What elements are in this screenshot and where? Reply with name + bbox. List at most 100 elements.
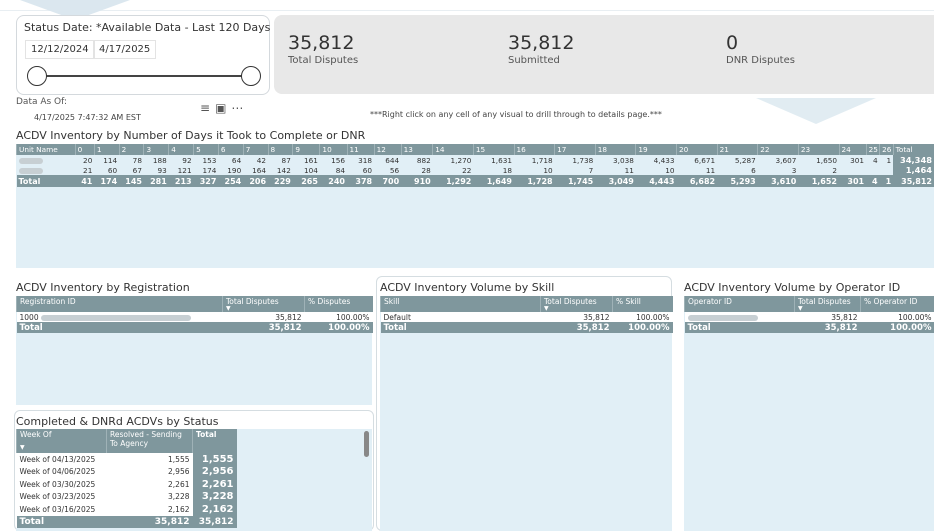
matrix-cell[interactable]: 11 xyxy=(595,165,636,175)
day-header[interactable]: 1 xyxy=(93,144,120,155)
total-disputes-header[interactable]: Total Disputes ▼ xyxy=(540,296,613,312)
day-header[interactable]: 9 xyxy=(292,144,320,155)
day-header[interactable]: 16 xyxy=(513,144,555,155)
total-cell[interactable]: 5,293 xyxy=(717,175,758,187)
matrix-cell[interactable] xyxy=(880,165,894,175)
day-header[interactable]: 5 xyxy=(193,144,219,155)
skill-header[interactable]: Skill xyxy=(380,296,541,312)
matrix-cell[interactable]: 67 xyxy=(119,165,144,175)
total-cell[interactable]: 1,649 xyxy=(473,175,514,187)
matrix-cell[interactable]: 6 xyxy=(717,165,758,175)
total-cell[interactable]: 1,728 xyxy=(514,175,555,187)
matrix-cell[interactable]: 78 xyxy=(119,155,144,165)
matrix-row[interactable]: 21 60 67 93 121 174 190 164 142 104 84 60 56 28 22 18 10… xyxy=(17,165,934,175)
total-cell[interactable]: 327 xyxy=(193,175,219,187)
table-row[interactable]: Week of 03/16/2025 2,162 2,162 xyxy=(17,503,237,516)
total-cell[interactable]: 378 xyxy=(347,175,375,187)
day-header[interactable]: 25 xyxy=(865,144,880,155)
slider-end-handle[interactable] xyxy=(241,66,261,86)
matrix-cell[interactable]: 21 xyxy=(75,165,94,175)
table-row[interactable]: 1000 35,812 100.00% xyxy=(16,312,373,322)
matrix-cell[interactable]: 164 xyxy=(243,165,268,175)
matrix-cell[interactable]: 153 xyxy=(194,155,219,165)
matrix-cell[interactable]: 3 xyxy=(758,165,799,175)
total-cell[interactable]: 700 xyxy=(374,175,402,187)
day-header[interactable]: 14 xyxy=(432,144,474,155)
total-cell[interactable]: 145 xyxy=(119,175,144,187)
matrix-cell[interactable]: 6,671 xyxy=(677,155,718,165)
total-cell[interactable]: 35,812 xyxy=(893,175,934,187)
matrix-cell[interactable]: 3,038 xyxy=(595,155,636,165)
matrix-cell[interactable]: 318 xyxy=(347,155,374,165)
day-header[interactable]: 23 xyxy=(797,144,839,155)
day-header[interactable]: 11 xyxy=(346,144,375,155)
matrix-cell[interactable]: 882 xyxy=(401,155,433,165)
matrix-cell[interactable]: 64 xyxy=(218,155,243,165)
total-cell[interactable]: 1,745 xyxy=(554,175,596,187)
day-header[interactable]: 19 xyxy=(635,144,677,155)
table-row[interactable]: Default 35,812 100.00% xyxy=(380,312,673,322)
day-header[interactable]: 15 xyxy=(472,144,514,155)
matrix-cell[interactable]: 56 xyxy=(374,165,401,175)
more-options-icon[interactable]: ⋯ xyxy=(231,101,248,115)
total-cell[interactable]: 206 xyxy=(243,175,269,187)
matrix-cell[interactable]: 11 xyxy=(677,165,718,175)
dnr-disputes-value[interactable]: 0 xyxy=(726,32,738,54)
matrix-cell[interactable]: 2 xyxy=(798,165,839,175)
total-header[interactable]: Total xyxy=(192,429,237,453)
total-cell[interactable]: 3,049 xyxy=(595,175,636,187)
vertical-scrollbar[interactable] xyxy=(364,431,369,457)
matrix-cell[interactable]: 60 xyxy=(347,165,374,175)
matrix-cell[interactable]: 644 xyxy=(374,155,401,165)
percent-disputes-header[interactable]: % Disputes xyxy=(304,296,373,312)
total-row[interactable]: Total 35,812 100.00% xyxy=(16,322,373,333)
matrix-cell[interactable]: 142 xyxy=(268,165,293,175)
day-header[interactable]: 10 xyxy=(319,144,347,155)
total-row[interactable]: Total 35,812 100.00% xyxy=(684,322,934,333)
matrix-cell[interactable]: 1 xyxy=(880,155,894,165)
table-row[interactable]: Week of 03/30/2025 2,261 2,261 xyxy=(17,478,237,491)
matrix-cell[interactable]: 87 xyxy=(268,155,293,165)
percent-operator-header[interactable]: % Operator ID xyxy=(860,296,934,312)
day-header[interactable]: 26 xyxy=(879,144,894,155)
total-cell[interactable]: 1 xyxy=(879,175,894,187)
total-cell[interactable]: 229 xyxy=(268,175,293,187)
matrix-cell[interactable]: 1,270 xyxy=(433,155,474,165)
day-header[interactable]: 20 xyxy=(676,144,718,155)
submitted-value[interactable]: 35,812 xyxy=(508,32,574,54)
total-cell[interactable]: 6,682 xyxy=(676,175,718,187)
matrix-row[interactable]: 20 114 78 188 92 153 64 42 87 161 156 318 644 882 1,27… xyxy=(17,155,934,165)
total-cell[interactable]: 213 xyxy=(168,175,194,187)
table-row[interactable]: 35,812 100.00% xyxy=(684,312,934,322)
percent-skill-header[interactable]: % Skill xyxy=(612,296,673,312)
total-cell[interactable]: 1,292 xyxy=(432,175,474,187)
week-of-header[interactable]: Week Of ▼ xyxy=(16,429,107,453)
matrix-cell[interactable]: 188 xyxy=(144,155,169,165)
table-row[interactable]: Week of 04/13/2025 1,555 1,555 xyxy=(17,453,237,466)
matrix-cell[interactable]: 92 xyxy=(169,155,194,165)
matrix-cell[interactable]: 84 xyxy=(320,165,347,175)
matrix-cell[interactable]: 10 xyxy=(514,165,555,175)
operator-id-header[interactable]: Operator ID xyxy=(684,296,795,312)
total-row[interactable]: Total 41 174 145 281 213 327 254 206 229 265 240 378… xyxy=(16,175,934,187)
total-cell[interactable]: 301 xyxy=(839,175,867,187)
matrix-cell[interactable]: 121 xyxy=(169,165,194,175)
matrix-cell[interactable]: 42 xyxy=(243,155,268,165)
total-header[interactable]: Total xyxy=(892,144,934,155)
focus-mode-icon[interactable]: ▣ xyxy=(215,101,231,115)
total-cell[interactable]: 4,443 xyxy=(635,175,677,187)
day-header[interactable]: 6 xyxy=(217,144,244,155)
matrix-cell[interactable]: 156 xyxy=(320,155,347,165)
day-header[interactable]: 13 xyxy=(400,144,433,155)
matrix-cell[interactable]: 1,718 xyxy=(514,155,555,165)
table-row[interactable]: Week of 04/06/2025 2,956 2,956 xyxy=(17,465,237,478)
matrix-cell[interactable]: 301 xyxy=(839,155,866,165)
end-date-input[interactable]: 4/17/2025 xyxy=(93,40,157,59)
day-header[interactable]: 0 xyxy=(74,144,95,155)
day-header[interactable]: 21 xyxy=(716,144,758,155)
matrix-cell[interactable]: 4,433 xyxy=(636,155,677,165)
total-cell[interactable]: 41 xyxy=(75,175,95,187)
matrix-cell[interactable]: 18 xyxy=(473,165,514,175)
slider-track[interactable] xyxy=(37,75,250,77)
day-header[interactable]: 18 xyxy=(594,144,636,155)
